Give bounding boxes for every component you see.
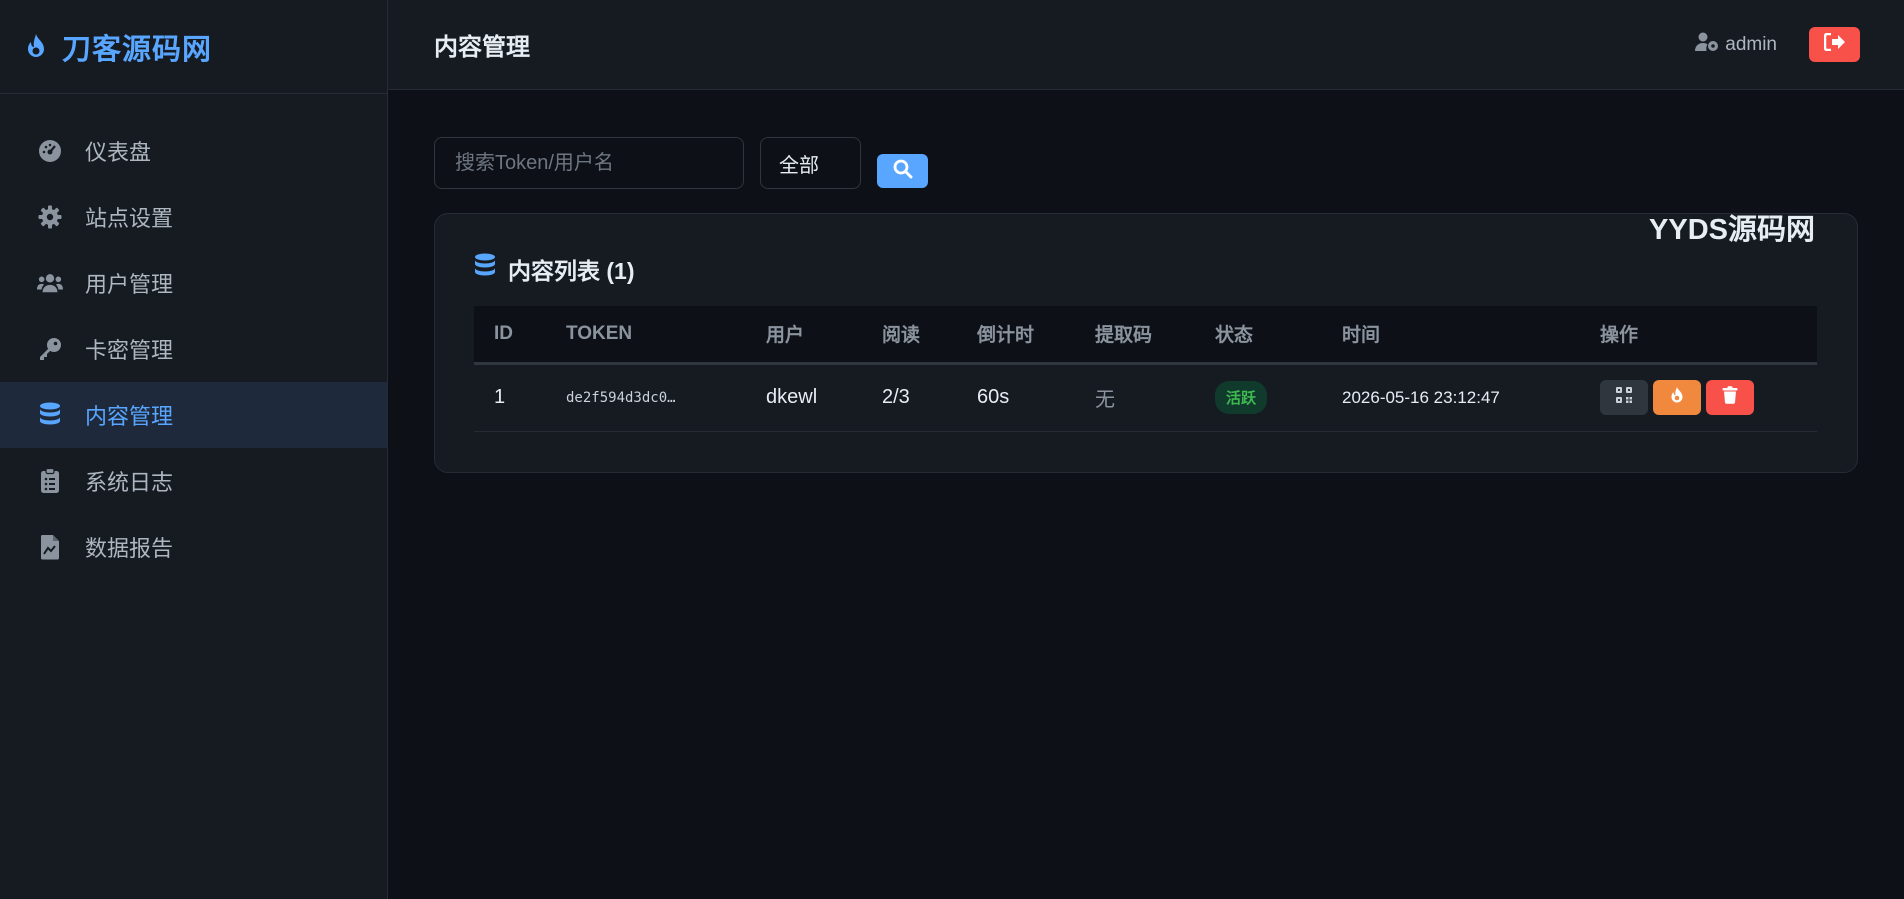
cell-reads: 2/3 xyxy=(882,386,910,408)
brand[interactable]: 刀客源码网 xyxy=(0,0,387,94)
sidebar-item-content[interactable]: 内容管理 xyxy=(0,382,387,448)
sidebar-item-label: 站点设置 xyxy=(85,206,174,231)
column-header[interactable]: 阅读 xyxy=(862,306,957,365)
fire-icon xyxy=(24,32,50,62)
dashboard-icon xyxy=(37,138,63,164)
sidebar-item-label: 系统日志 xyxy=(85,470,174,495)
sidebar-item-label: 数据报告 xyxy=(85,536,174,561)
status-select[interactable]: 全部 xyxy=(760,137,861,189)
sidebar-item-card-keys[interactable]: 卡密管理 xyxy=(0,316,387,382)
sidebar-item-system-log[interactable]: 系统日志 xyxy=(0,448,387,514)
users-icon xyxy=(37,270,63,296)
qrcode-button[interactable] xyxy=(1600,380,1648,415)
column-header: 操作 xyxy=(1580,306,1817,365)
filter-bar: 全部 xyxy=(434,137,1860,189)
sidebar-item-label: 卡密管理 xyxy=(85,338,174,363)
column-header[interactable]: 用户 xyxy=(746,306,862,365)
cell-code: 无 xyxy=(1095,389,1115,411)
cell-actions xyxy=(1580,363,1817,431)
column-header[interactable]: ID xyxy=(474,306,546,365)
cell-id: 1 xyxy=(494,386,506,408)
sidebar-item-data-report[interactable]: 数据报告 xyxy=(0,514,387,580)
main-area: 内容管理 admin 全部 xyxy=(388,0,1904,899)
sidebar-item-label: 用户管理 xyxy=(85,272,174,297)
app: 刀客源码网 仪表盘 站点设置 用户管理 卡密管理 内容管理 系统日志 数据报告 … xyxy=(0,0,1904,899)
content-table: ID TOKEN 用户 阅读 倒计时 提取码 状态 时间 操作 1 de2f59… xyxy=(474,306,1817,432)
cell-token: de2f594d3dc0… xyxy=(566,389,676,406)
fire-icon xyxy=(1669,386,1685,410)
logout-button[interactable] xyxy=(1809,27,1860,62)
sidebar-item-site-settings[interactable]: 站点设置 xyxy=(0,184,387,250)
sidebar: 刀客源码网 仪表盘 站点设置 用户管理 卡密管理 内容管理 系统日志 数据报告 xyxy=(0,0,388,899)
column-header[interactable]: TOKEN xyxy=(546,306,746,365)
content: 全部 YYDS源码网 内容列表 (1) xyxy=(388,90,1904,473)
gear-icon xyxy=(37,204,63,230)
search-input[interactable] xyxy=(434,137,744,189)
sidebar-item-dashboard[interactable]: 仪表盘 xyxy=(0,118,387,184)
delete-button[interactable] xyxy=(1706,380,1754,415)
key-icon xyxy=(37,336,63,362)
table-row: 1 de2f594d3dc0… dkewl 2/3 60s 无 活跃 2026-… xyxy=(474,363,1817,431)
row-actions xyxy=(1600,380,1817,415)
column-header[interactable]: 时间 xyxy=(1322,306,1580,365)
user-menu[interactable]: admin xyxy=(1695,32,1777,58)
sidebar-item-users[interactable]: 用户管理 xyxy=(0,250,387,316)
cell-user: dkewl xyxy=(766,386,818,408)
sidebar-item-label: 内容管理 xyxy=(85,404,174,429)
watermark: YYDS源码网 xyxy=(1649,214,1815,246)
status-badge: 活跃 xyxy=(1215,381,1268,414)
topbar: 内容管理 admin xyxy=(388,0,1904,90)
table-header-row: ID TOKEN 用户 阅读 倒计时 提取码 状态 时间 操作 xyxy=(474,306,1817,365)
report-icon xyxy=(37,534,63,560)
card-title: 内容列表 (1) xyxy=(474,252,1817,286)
content-list-card: YYDS源码网 内容列表 (1) ID TOKEN 用户 阅读 倒计时 提取码 … xyxy=(434,213,1858,473)
burn-button[interactable] xyxy=(1653,380,1701,415)
card-title-text: 内容列表 (1) xyxy=(508,258,635,284)
sign-out-icon xyxy=(1823,32,1846,56)
username: admin xyxy=(1725,33,1777,55)
page-title: 内容管理 xyxy=(434,34,530,61)
sidebar-item-label: 仪表盘 xyxy=(85,140,152,165)
top-right: admin xyxy=(1695,27,1860,62)
user-gear-icon xyxy=(1695,32,1719,58)
trash-icon xyxy=(1722,385,1738,410)
cell-status: 活跃 xyxy=(1195,363,1322,431)
database-icon xyxy=(37,402,63,428)
column-header[interactable]: 提取码 xyxy=(1075,306,1195,365)
search-button[interactable] xyxy=(877,154,928,188)
cell-time: 2026-05-16 23:12:47 xyxy=(1342,387,1500,407)
cell-countdown: 60s xyxy=(977,386,1010,408)
search-icon xyxy=(893,159,913,184)
database-icon xyxy=(474,253,496,285)
clipboard-icon xyxy=(37,468,63,494)
sidebar-nav: 仪表盘 站点设置 用户管理 卡密管理 内容管理 系统日志 数据报告 xyxy=(0,94,387,580)
column-header[interactable]: 状态 xyxy=(1195,306,1322,365)
qrcode-icon xyxy=(1615,386,1633,410)
column-header[interactable]: 倒计时 xyxy=(957,306,1075,365)
brand-name: 刀客源码网 xyxy=(62,33,213,66)
